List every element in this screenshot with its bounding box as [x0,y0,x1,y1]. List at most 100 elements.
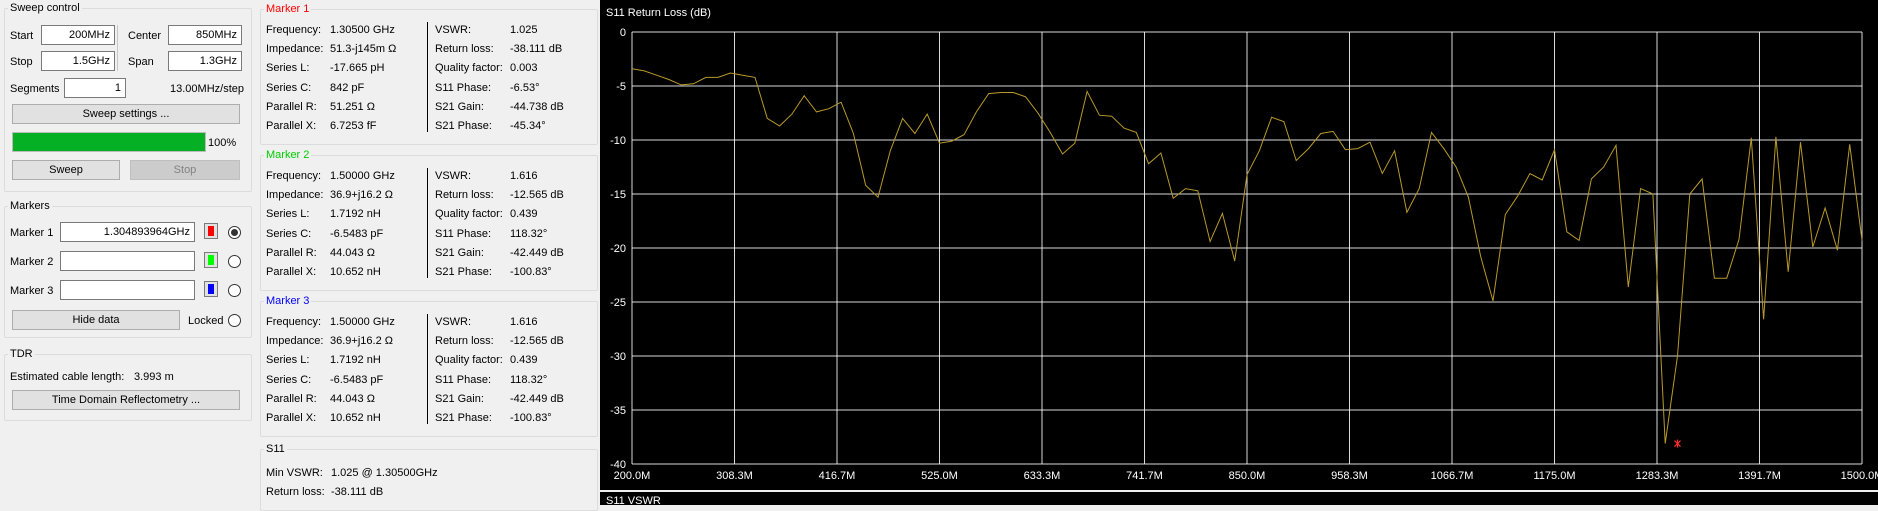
marker-1-field-value: 51.251 Ω [330,100,375,113]
x-tick-label: 1500.0M [1841,470,1878,482]
stop-input[interactable]: 1.5GHz [41,51,115,71]
sweep-progress-fill [13,133,205,151]
marker-1-details-title: Marker 1 [264,3,312,16]
marker-3-field-value: -12.565 dB [510,335,564,348]
center-input[interactable]: 850MHz [168,25,242,45]
marker-2-field-label: Frequency: [266,170,322,182]
start-input[interactable]: 200MHz [41,25,115,45]
marker-1-field-value: 1.30500 GHz [330,24,395,36]
marker-3-field-value: 0.439 [510,354,538,367]
x-tick-label: 850.0M [1229,470,1266,482]
s11-return-loss-value: -38.111 dB [331,486,384,498]
marker-2-field-value: 10.652 nH [330,266,381,278]
marker-2-field-value: 44.043 Ω [330,246,375,259]
marker-2-color-swatch [208,255,214,265]
marker-3-field-value: -42.449 dB [510,392,564,405]
marker-2-label: Marker 2 [10,256,54,268]
marker-3-color-button[interactable] [204,281,218,297]
marker-1-field-label: VSWR: [435,24,472,36]
y-tick-label: -5 [616,81,626,93]
return-loss-chart[interactable]: S11 Return Loss (dB) 200.0M 308.3M 416.7M 5… [600,0,1878,490]
y-tick-label: -25 [610,297,626,309]
y-tick-label: -10 [610,135,626,147]
marker-1-color-swatch [208,226,214,236]
stop-sweep-button[interactable]: Stop [130,160,240,180]
x-tick-label: 1066.7M [1431,470,1474,482]
s11-summary-group [260,449,598,511]
marker-3-field-label: Series L: [266,354,310,367]
stop-label: Stop [10,56,33,68]
y-tick-label: -40 [610,459,626,471]
marker-2-field-label: S21 Gain: [435,246,484,259]
marker-2-details-title: Marker 2 [264,149,312,162]
marker-3-field-label: Quality factor: [435,354,503,367]
y-tick-label: -35 [610,405,626,417]
marker-2-field-value: 36.9+j16.2 Ω [330,189,393,202]
marker-3-field-label: Parallel X: [266,412,317,424]
segments-input[interactable]: 1 [64,78,126,98]
marker-1-field-value: 1.025 [510,24,538,36]
marker-2-field-label: VSWR: [435,170,472,182]
marker-1-field-value: -38.111 dB [510,43,563,56]
marker-1-field-value: -6.53° [510,81,540,94]
marker-2-input[interactable] [60,251,195,271]
marker-1-input[interactable]: 1.304893964GHz [60,222,195,242]
sweep-control-title: Sweep control [8,2,82,15]
marker-2-field-value: -12.565 dB [510,189,564,202]
marker-1-field-label: Impedance: [266,43,324,56]
marker-3-label: Marker 3 [10,285,54,297]
marker-3-field-value: 1.50000 GHz [330,316,395,328]
marker-3-field-value: 36.9+j16.2 Ω [330,335,393,348]
vswr-chart[interactable]: S11 VSWR [600,492,1878,507]
marker-2-radio[interactable] [228,255,241,268]
marker-2-field-value: 1.616 [510,170,538,182]
sweep-progress-bar [12,132,206,152]
y-tick-label: 0 [620,27,626,39]
marker-2-field-value: -6.5483 pF [330,227,384,240]
sweep-settings-button[interactable]: Sweep settings ... [12,104,240,124]
s11-return-loss-label: Return loss: [266,486,325,498]
marker-1-color-button[interactable] [204,223,218,239]
marker-1-field-value: 0.003 [510,62,538,75]
marker-2-field-label: Parallel R: [266,246,317,259]
tdr-group [4,354,252,421]
marker-2-field-value: 1.50000 GHz [330,170,395,182]
marker-1-field-value: -45.34° [510,120,546,132]
hide-data-button[interactable]: Hide data [12,310,180,330]
cable-length-label: Estimated cable length: [10,371,125,383]
marker-2-field-label: S11 Phase: [435,227,492,240]
marker-1-field-label: Return loss: [435,43,494,56]
marker-2-field-value: 1.7192 nH [330,208,381,221]
x-tick-label: 1391.7M [1738,470,1781,482]
marker-2-color-button[interactable] [204,252,218,268]
marker-1-field-value: 842 pF [330,81,365,94]
marker-1-field-label: Parallel R: [266,100,317,113]
y-tick-label: -30 [610,351,626,363]
y-tick-label: -15 [610,189,626,201]
marker-3-radio[interactable] [228,284,241,297]
marker-1-field-value: 6.7253 fF [330,120,377,132]
sweep-button[interactable]: Sweep [12,160,120,180]
center-label: Center [128,30,162,42]
marker-1-radio[interactable] [228,226,241,239]
x-tick-label: 958.3M [1331,470,1368,482]
span-input[interactable]: 1.3GHz [168,51,242,71]
marker-1-field-label: S21 Phase: [435,120,492,132]
marker-3-input[interactable] [60,280,195,300]
x-tick-label: 416.7M [819,470,856,482]
span-label: Span [128,56,154,68]
marker-3-field-label: Frequency: [266,316,322,328]
marker-3-field-label: Impedance: [266,335,324,348]
marker-1-field-label: Quality factor: [435,62,503,75]
marker-3-field-value: -6.5483 pF [330,373,384,386]
marker-3-field-value: 10.652 nH [330,412,381,424]
tdr-button[interactable]: Time Domain Reflectometry ... [12,390,240,410]
x-tick-label: 1175.0M [1534,470,1576,482]
marker-1-field-label: Parallel X: [266,120,317,132]
marker-1-field-label: S21 Gain: [435,100,484,113]
x-tick-label: 525.0M [921,470,958,482]
x-tick-label: 633.3M [1024,470,1061,482]
marker-3-field-label: Series C: [266,373,312,386]
locked-radio[interactable] [228,314,241,327]
marker-2-field-value: 0.439 [510,208,538,221]
